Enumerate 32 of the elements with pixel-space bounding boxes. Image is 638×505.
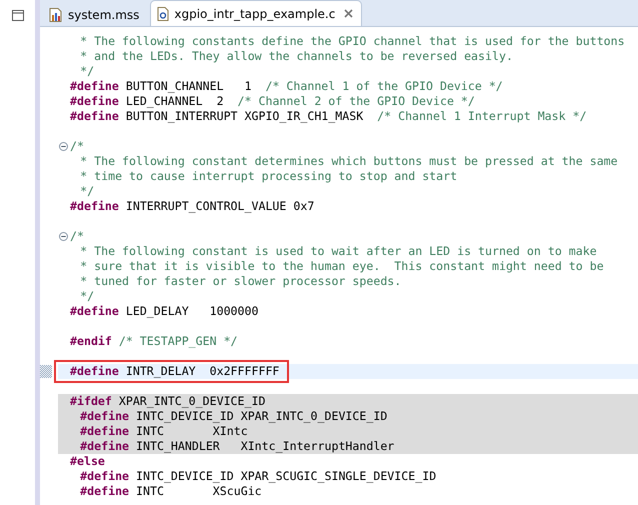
code-line: * The following constant is used to wait after an LED is turned on to make xyxy=(79,244,597,259)
c-file-icon xyxy=(157,6,170,20)
code-line: */ xyxy=(79,184,94,199)
code-line: */ xyxy=(79,289,94,304)
code-line: #define INTC_DEVICE_ID XPAR_SCUGIC_SINGLE_DEVICE_ID xyxy=(79,469,436,484)
editor-tab[interactable]: xgpio_intr_tapp_example.c xyxy=(150,0,362,26)
code-line: #define BUTTON_CHANNEL 1 /* Channel 1 of the GPIO Device */ xyxy=(69,79,503,94)
code-line: #ifdef XPAR_INTC_0_DEVICE_ID xyxy=(69,394,266,409)
code-line: #else xyxy=(69,454,105,469)
code-line: * tuned for faster or slower processor speeds. xyxy=(79,274,402,289)
restore-icon[interactable] xyxy=(12,10,24,21)
code-line: * time to cause interrupt processing to stop and start xyxy=(79,169,458,184)
config-file-icon xyxy=(49,8,63,22)
code-line: #define INTERRUPT_CONTROL_VALUE 0x7 xyxy=(69,199,314,214)
code-line: #define LED_DELAY 1000000 xyxy=(69,304,258,319)
collapse-icon[interactable] xyxy=(59,232,68,241)
close-icon[interactable] xyxy=(344,9,354,18)
code-line: #define LED_CHANNEL 2 /* Channel 2 of the GPIO Device */ xyxy=(69,94,475,109)
code-line: * The following constant determines which buttons must be pressed at the same xyxy=(79,154,618,169)
code-line: #define BUTTON_INTERRUPT XGPIO_IR_CH1_MASK /* Channel 1 Interrupt Mask */ xyxy=(69,109,587,124)
collapse-icon[interactable] xyxy=(59,142,68,151)
code-line: * and the LEDs. They allow the channels to be reversed easily. xyxy=(79,49,513,64)
code-line: /* xyxy=(58,229,84,244)
code-line: #define INTC_DEVICE_ID XPAR_INTC_0_DEVICE_ID xyxy=(79,409,388,424)
code-line: #define INTC_HANDLER XIntc_InterruptHandler xyxy=(79,439,394,454)
code-line: * sure that it is visible to the human eye. This constant might need to be xyxy=(79,259,604,274)
code-line: * The following constants define the GPIO channel that is used for the buttons xyxy=(79,34,625,49)
code-line: /* xyxy=(58,139,84,154)
code-line: #endif /* TESTAPP_GEN */ xyxy=(69,334,238,349)
code-line: */ xyxy=(79,64,94,79)
code-line: #define INTC XScuGic xyxy=(79,484,262,499)
code-line: #define INTC XIntc xyxy=(79,424,248,439)
